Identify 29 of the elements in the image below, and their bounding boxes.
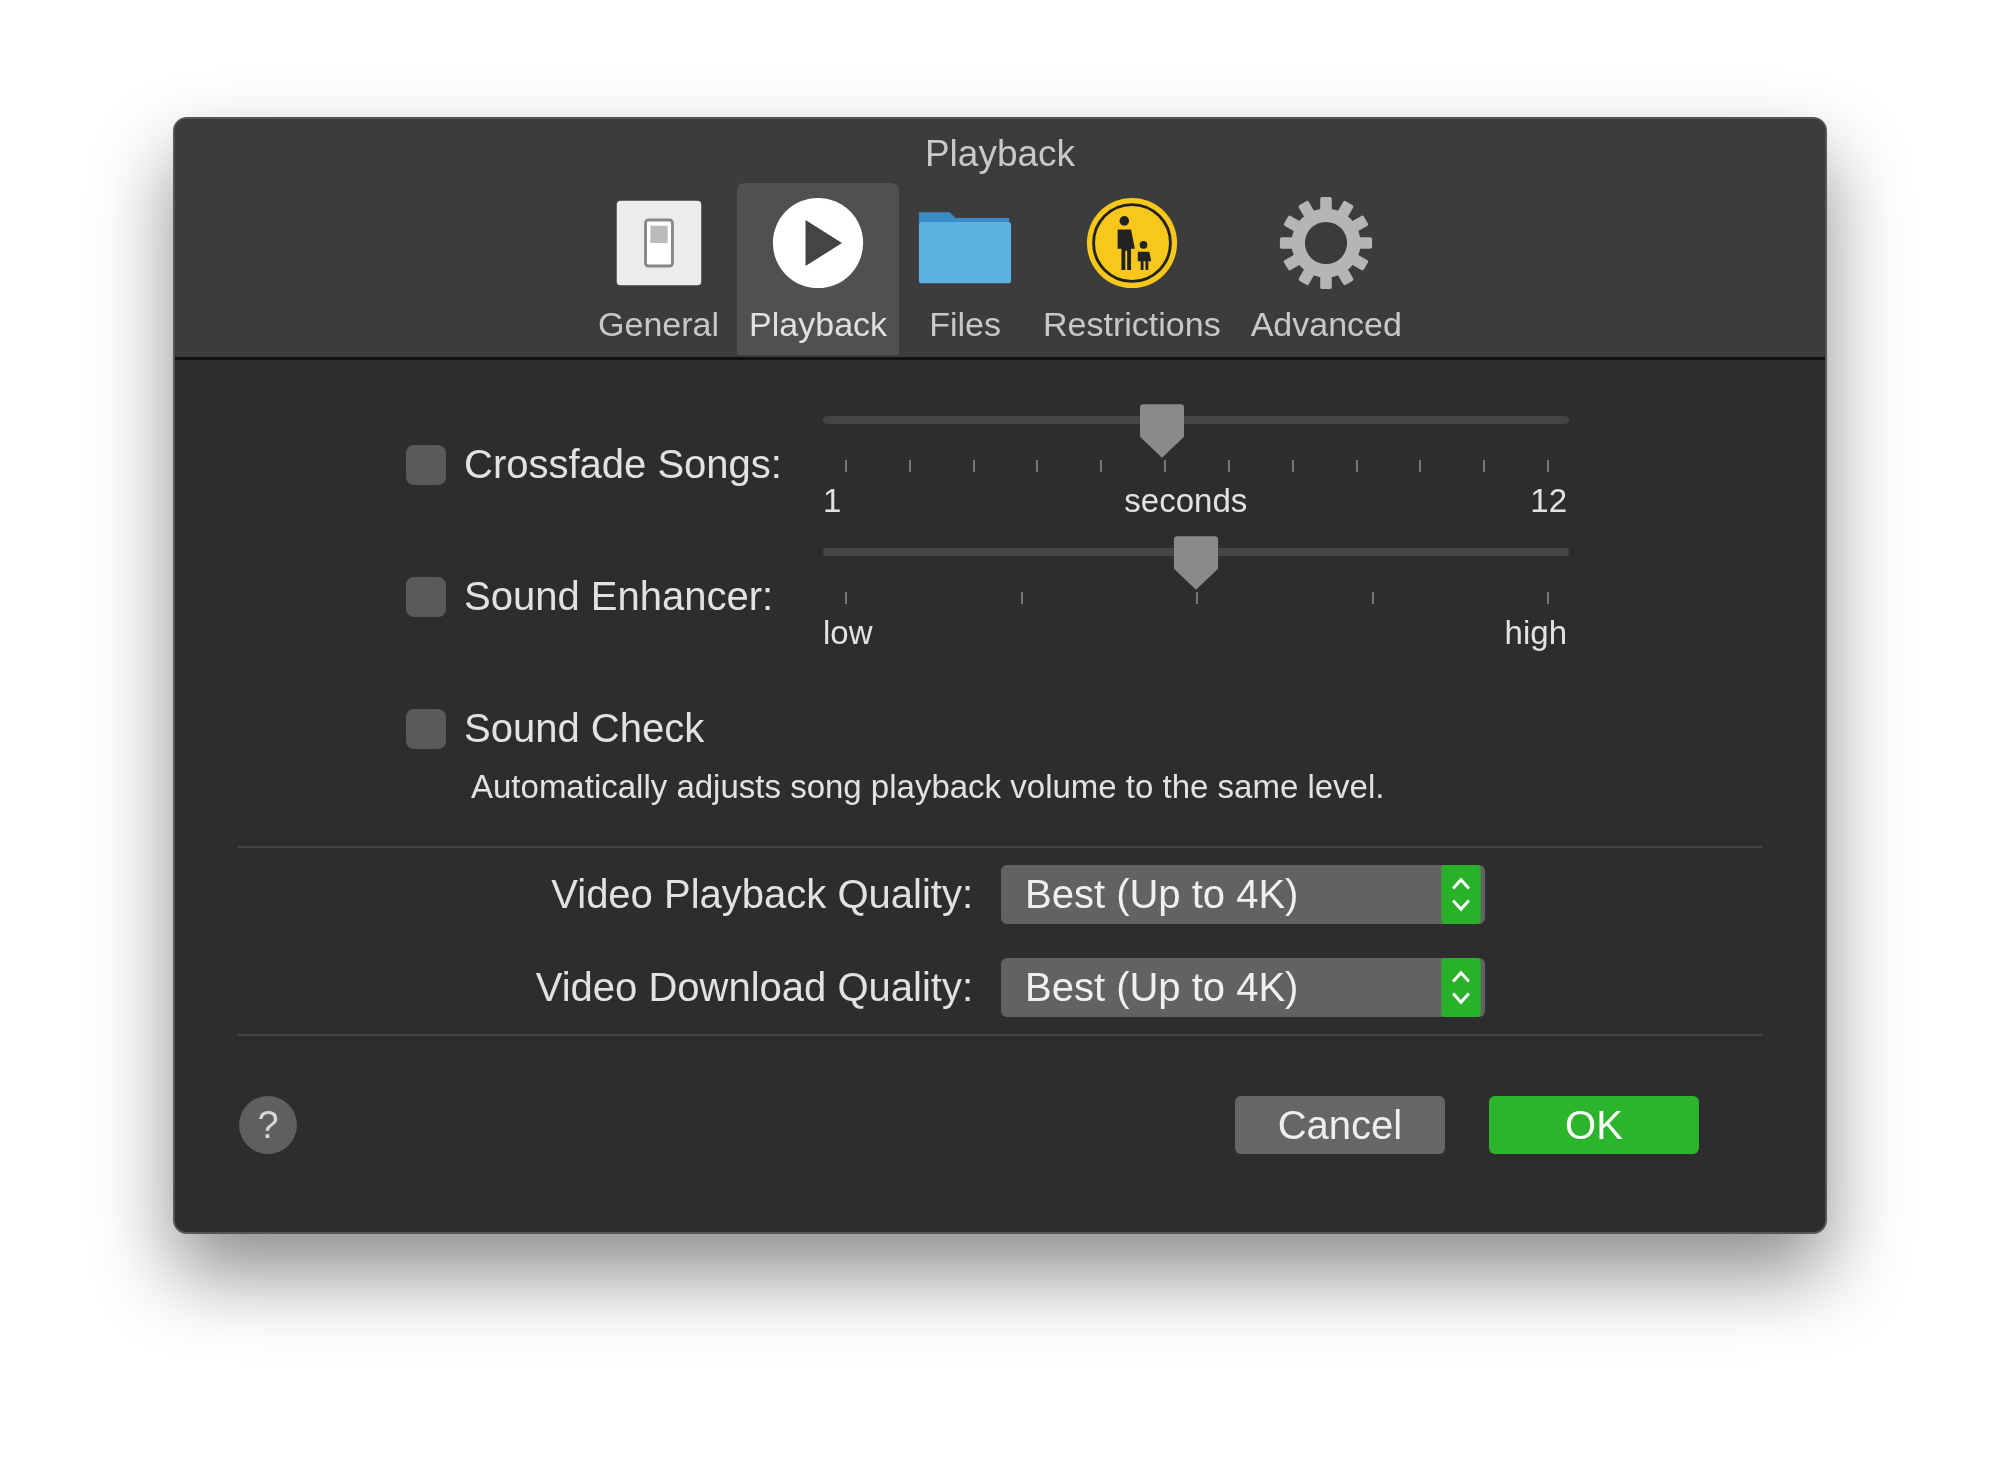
max-label: high [1504,614,1567,652]
unit-label: seconds [1124,482,1248,520]
option-label: Crossfade Songs: [464,442,782,487]
checkbox[interactable] [406,708,446,749]
cancel-button[interactable]: Cancel [1235,1096,1445,1154]
toolbar-tab[interactable]: Playback [737,183,900,355]
max-label: 12 [1530,482,1567,520]
quality-label: Video Playback Quality: [550,872,974,917]
gear-icon [1278,195,1375,291]
slider-thumb[interactable] [1138,402,1187,460]
window-title: Playback [924,133,1076,175]
quality-dropdown[interactable]: Best (Up to 4K) [1001,958,1485,1017]
min-label: 1 [823,482,842,520]
option-label: Sound Check [464,706,705,751]
toolbar-tab[interactable]: Files [905,183,1026,355]
slider-thumb[interactable] [1172,534,1220,592]
help-button[interactable]: ? [239,1096,297,1154]
toolbar-tab[interactable]: Advanced [1238,183,1414,355]
option-description: Automatically adjusts song playback volume to the same level. [470,768,1386,806]
slider-track[interactable] [823,534,1569,592]
toolbar-tab[interactable]: Restrictions [1031,183,1233,355]
checkbox[interactable] [406,576,446,617]
checkbox[interactable] [406,444,446,485]
toolbar-tab[interactable]: General [586,183,732,355]
min-label: low [823,614,873,652]
quality-label: Video Download Quality: [534,965,974,1010]
quality-dropdown[interactable]: Best (Up to 4K) [1001,865,1485,924]
slider-track[interactable] [823,402,1569,460]
option-label: Sound Enhancer: [464,574,774,619]
